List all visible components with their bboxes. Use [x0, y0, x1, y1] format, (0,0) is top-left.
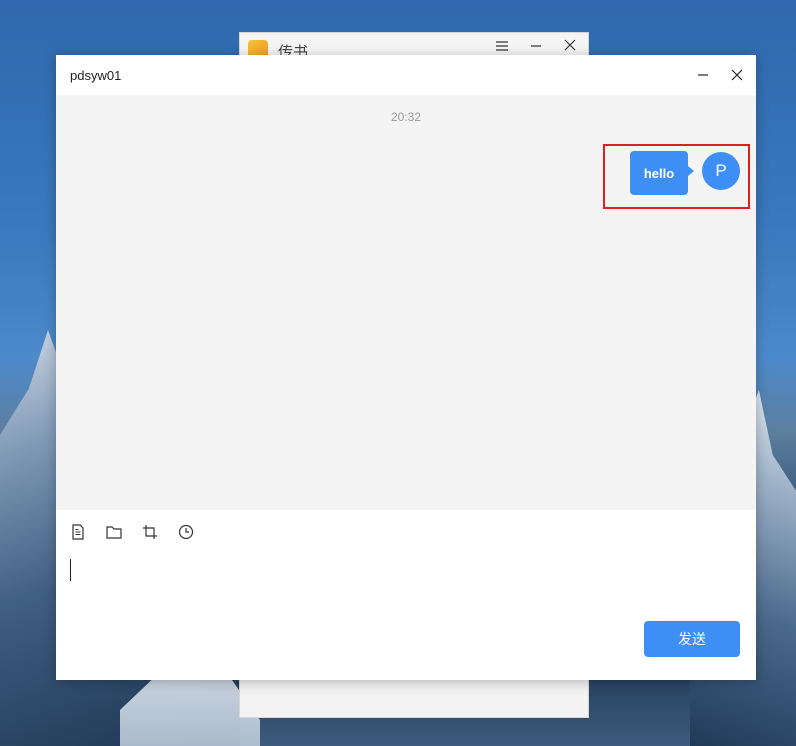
send-button[interactable]: 发送 [644, 621, 740, 657]
text-caret [70, 559, 71, 581]
message-timestamp: 20:32 [390, 110, 422, 124]
message-list[interactable]: 20:32 hello P [56, 95, 756, 510]
message-bubble[interactable]: hello [630, 151, 688, 195]
file-icon[interactable] [69, 523, 87, 541]
background-titlebar[interactable]: 传书 [240, 33, 588, 61]
chat-titlebar[interactable]: pdsyw01 [56, 55, 756, 95]
chat-window[interactable]: pdsyw01 20:32 hello P 发送 [56, 55, 756, 680]
close-icon[interactable] [562, 39, 578, 55]
bubble-pointer [688, 166, 694, 176]
menu-icon[interactable] [494, 39, 510, 55]
minimize-icon[interactable] [693, 65, 713, 85]
history-icon[interactable] [177, 523, 195, 541]
composer-toolbar [69, 523, 195, 541]
minimize-icon[interactable] [528, 39, 544, 55]
avatar[interactable]: P [702, 152, 740, 190]
folder-icon[interactable] [105, 523, 123, 541]
composer: 发送 [56, 510, 756, 680]
crop-icon[interactable] [141, 523, 159, 541]
chat-title: pdsyw01 [70, 67, 122, 83]
close-icon[interactable] [727, 65, 747, 85]
message-input[interactable] [69, 558, 743, 618]
